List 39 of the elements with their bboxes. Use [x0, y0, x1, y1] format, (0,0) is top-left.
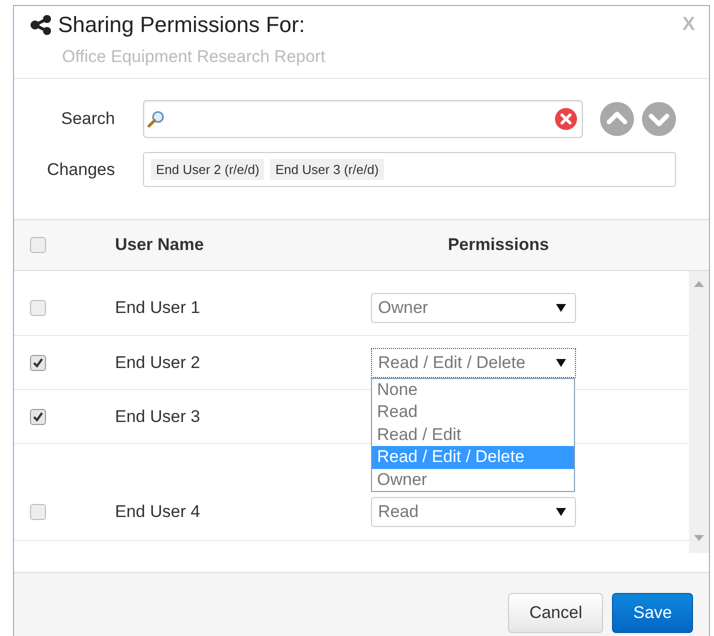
row-checkbox[interactable] [30, 504, 46, 520]
change-tag: End User 2 (r/e/d) [151, 159, 264, 180]
dropdown-arrow-icon [556, 508, 566, 516]
permission-select[interactable]: Read [371, 497, 576, 527]
permission-select[interactable]: Owner [371, 293, 576, 323]
document-title: Office Equipment Research Report [62, 47, 326, 67]
dropdown-option[interactable]: Owner [372, 468, 574, 492]
column-header: User Name [115, 235, 204, 255]
row-checkbox[interactable] [30, 408, 46, 424]
dialog-title: Sharing Permissions For: [58, 12, 305, 38]
cancel-button[interactable]: Cancel [508, 593, 604, 633]
dropdown-arrow-icon [556, 304, 566, 312]
chevron-down-icon[interactable] [641, 101, 677, 137]
row-checkbox[interactable] [30, 300, 46, 316]
clear-icon[interactable] [555, 108, 577, 130]
change-tag: End User 3 (r/e/d) [270, 159, 384, 180]
search-field[interactable] [143, 100, 583, 138]
user-name: End User 2 [115, 352, 202, 372]
user-name: End User 1 [115, 298, 202, 318]
search-icon [147, 110, 165, 128]
scrollbar[interactable] [689, 271, 709, 553]
dropdown-option[interactable]: None [372, 378, 574, 402]
dropdown-arrow-icon [556, 358, 566, 366]
save-button[interactable]: Save [612, 593, 693, 633]
user-name: End User 4 [115, 502, 202, 522]
select-all-checkbox[interactable] [30, 237, 46, 253]
user-name: End User 3 [115, 406, 202, 426]
chevron-up-icon[interactable] [599, 101, 635, 137]
scroll-up-icon[interactable] [694, 281, 704, 287]
scroll-down-icon[interactable] [694, 535, 704, 541]
search-label: Search [60, 109, 115, 129]
column-header: Permissions [448, 235, 549, 255]
permission-select[interactable]: Read / Edit / Delete [371, 348, 576, 378]
dropdown-option[interactable]: Read / Edit [372, 424, 574, 446]
share-icon [30, 15, 52, 35]
changes-label: Changes [46, 160, 115, 180]
dropdown-option[interactable]: Read / Edit / Delete [372, 446, 574, 469]
row-checkbox[interactable] [30, 354, 46, 370]
dropdown-option[interactable]: Read [372, 401, 574, 424]
